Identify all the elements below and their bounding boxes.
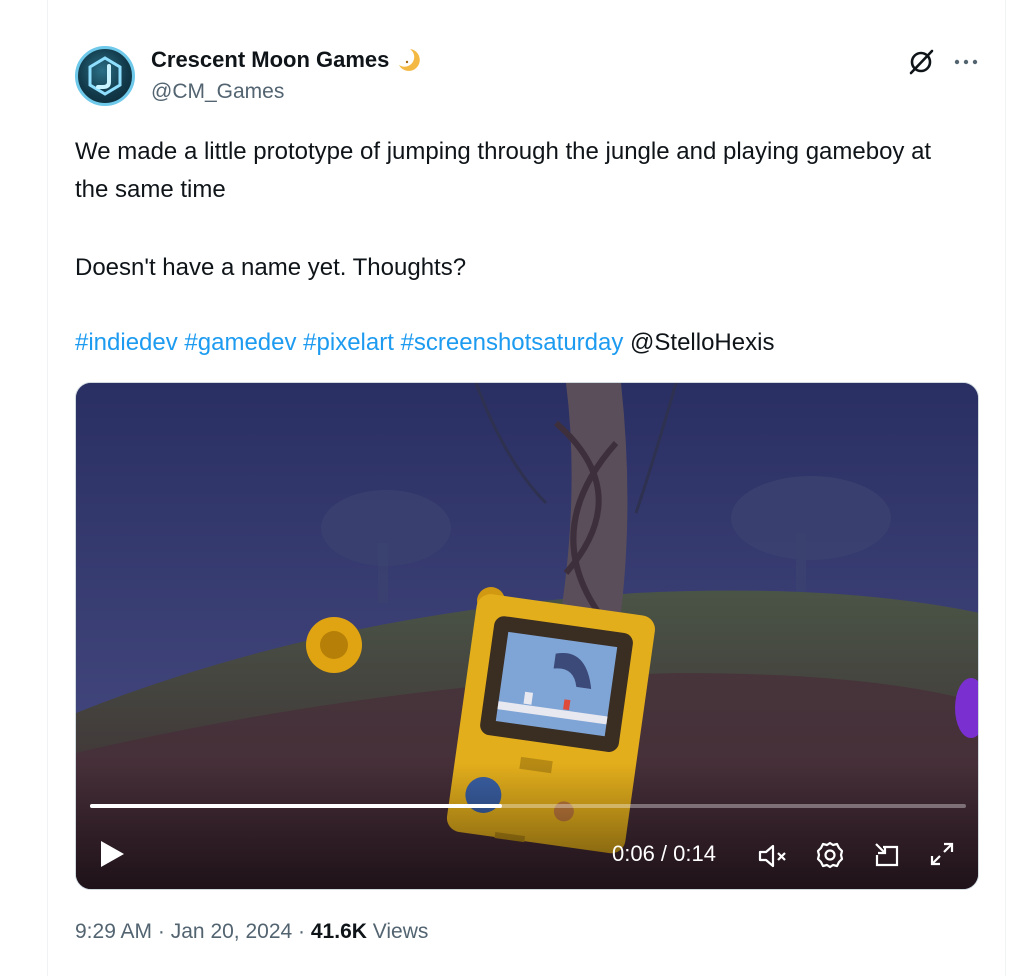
author-display-name[interactable]: Crescent Moon Games: [151, 47, 389, 73]
hashtag-link[interactable]: #pixelart: [303, 329, 394, 356]
tweet-line-2: Doesn't have a name yet. Thoughts?: [75, 254, 467, 281]
pip-icon[interactable]: [873, 841, 901, 869]
tweet-line-1: We made a little prototype of jumping th…: [75, 138, 932, 203]
video-progress-fill: [90, 804, 502, 808]
views-count: 41.6K: [310, 920, 367, 943]
avatar[interactable]: [75, 46, 135, 106]
timeline-border-right: [1005, 0, 1006, 976]
tweet-date[interactable]: Jan 20, 2024: [171, 920, 292, 943]
hashtag-link[interactable]: #indiedev: [75, 329, 178, 356]
fullscreen-icon[interactable]: [929, 841, 955, 867]
mention-link[interactable]: @StelloHexis: [630, 329, 774, 356]
tweet-meta: 9:29 AM · Jan 20, 2024 · 41.6K Views: [75, 920, 428, 944]
hashtag-link[interactable]: #screenshotsaturday: [401, 329, 624, 356]
views-label: Views: [372, 920, 429, 943]
video-player[interactable]: 0:06 / 0:14: [75, 382, 979, 890]
tweet-time[interactable]: 9:29 AM: [75, 920, 152, 943]
mute-icon[interactable]: [758, 843, 788, 869]
grok-icon[interactable]: [907, 48, 935, 76]
meta-separator: ·: [157, 920, 165, 943]
crescent-moon-emoji-icon: [399, 49, 421, 71]
timeline-border-left: [47, 0, 48, 976]
play-icon[interactable]: [98, 839, 126, 869]
meta-separator: ·: [298, 920, 306, 943]
video-time-display: 0:06 / 0:14: [612, 841, 716, 866]
video-frame: [76, 383, 978, 889]
hashtag-link[interactable]: #gamedev: [184, 329, 296, 356]
tweet-text: We made a little prototype of jumping th…: [75, 133, 955, 209]
video-progress-bar[interactable]: [90, 804, 966, 808]
more-icon[interactable]: [953, 52, 979, 72]
settings-icon[interactable]: [816, 841, 844, 869]
author-name-row[interactable]: Crescent Moon Games: [151, 47, 421, 73]
tweet-tags-line: #indiedev #gamedev #pixelart #screenshot…: [75, 324, 774, 362]
author-handle[interactable]: @CM_Games: [151, 80, 284, 104]
